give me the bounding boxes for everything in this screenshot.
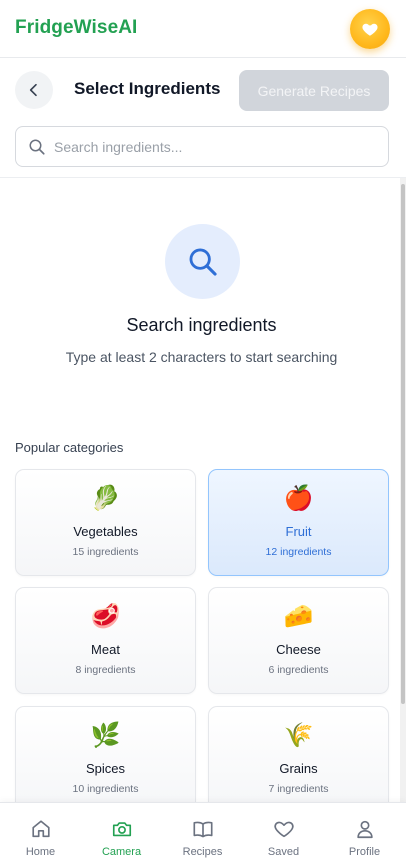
category-count: 12 ingredients xyxy=(265,546,332,558)
scrollbar-thumb[interactable] xyxy=(401,184,405,704)
search-bar[interactable] xyxy=(15,126,389,167)
book-icon xyxy=(192,821,213,838)
heart-icon xyxy=(362,23,378,36)
search-input[interactable] xyxy=(54,127,374,166)
search-icon xyxy=(189,248,217,276)
search-icon xyxy=(29,139,45,155)
lettuce-icon: 🥬 xyxy=(90,485,121,512)
empty-state-title: Search ingredients xyxy=(126,315,277,335)
category-card-meat[interactable]: 🥩 Meat 8 ingredients xyxy=(15,587,196,694)
category-card-fruit[interactable]: 🍎 Fruit 12 ingredients xyxy=(208,469,389,576)
category-count: 10 ingredients xyxy=(72,783,139,795)
bottom-nav: Home Camera Recipes Saved Profile xyxy=(0,802,406,863)
nav-item-profile[interactable]: Profile xyxy=(324,803,405,863)
nav-item-home[interactable]: Home xyxy=(0,803,81,863)
ingredients-header: Select Ingredients Generate Recipes xyxy=(0,58,406,178)
app-bar: FridgeWiseAI xyxy=(0,0,406,58)
empty-state-subtitle: Type at least 2 characters to start sear… xyxy=(65,349,338,365)
home-icon xyxy=(31,820,50,838)
nav-label: Camera xyxy=(101,846,142,858)
popular-categories-label: Popular categories xyxy=(15,440,124,455)
back-button[interactable] xyxy=(15,71,53,109)
category-name: Meat xyxy=(91,642,120,657)
herb-icon: 🌿 xyxy=(90,722,121,749)
user-icon xyxy=(356,820,373,839)
category-card-vegetables[interactable]: 🥬 Vegetables 15 ingredients xyxy=(15,469,196,576)
brand-logo-text[interactable]: FridgeWiseAI xyxy=(15,17,137,39)
page-title: Select Ingredients xyxy=(74,79,221,98)
category-count: 8 ingredients xyxy=(75,664,136,676)
category-card-cheese[interactable]: 🧀 Cheese 6 ingredients xyxy=(208,587,389,694)
category-card-spices[interactable]: 🌿 Spices 10 ingredients xyxy=(15,706,196,813)
meat-icon: 🥩 xyxy=(90,603,121,630)
nav-item-recipes[interactable]: Recipes xyxy=(162,803,243,863)
category-count: 15 ingredients xyxy=(72,546,139,558)
nav-label: Saved xyxy=(267,846,300,858)
category-name: Fruit xyxy=(285,524,312,539)
cheese-icon: 🧀 xyxy=(283,603,314,630)
generate-recipes-button[interactable]: Generate Recipes xyxy=(239,70,389,111)
category-card-grains[interactable]: 🌾 Grains 7 ingredients xyxy=(208,706,389,813)
nav-item-camera[interactable]: Camera xyxy=(81,803,162,863)
nav-item-saved[interactable]: Saved xyxy=(243,803,324,863)
apple-icon: 🍎 xyxy=(283,485,314,512)
category-count: 7 ingredients xyxy=(268,783,329,795)
camera-icon xyxy=(112,822,131,837)
category-name: Grains xyxy=(279,761,318,776)
category-name: Spices xyxy=(85,761,126,776)
nav-label: Home xyxy=(25,846,56,858)
empty-state-icon xyxy=(165,224,240,299)
favorites-button[interactable] xyxy=(350,9,390,49)
heart-icon xyxy=(273,821,294,838)
chevron-left-icon xyxy=(29,83,37,97)
nav-label: Recipes xyxy=(182,846,223,858)
wheat-icon: 🌾 xyxy=(283,722,314,749)
category-name: Cheese xyxy=(276,642,321,657)
nav-label: Profile xyxy=(348,846,381,858)
category-name: Vegetables xyxy=(73,524,138,539)
category-count: 6 ingredients xyxy=(268,664,329,676)
